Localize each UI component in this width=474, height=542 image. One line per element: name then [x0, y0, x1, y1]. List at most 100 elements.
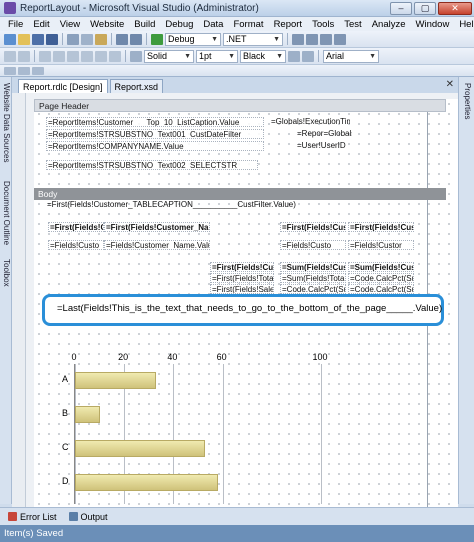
table-total-cell[interactable]: =First(Fields!Custo — [210, 262, 274, 272]
maximize-button[interactable]: ▢ — [414, 1, 436, 15]
output-icon — [68, 512, 78, 521]
table-total-cell[interactable]: =First(Fields!Total — [210, 273, 274, 283]
menu-help[interactable]: Help — [454, 19, 474, 30]
menu-file[interactable]: File — [3, 19, 28, 30]
table-header-cell[interactable]: =First(Fields!C — [48, 222, 104, 232]
header-field[interactable]: =ReportItems!Customer___Top_10_ListCapti… — [46, 117, 264, 127]
size-icon[interactable] — [53, 50, 65, 62]
table-detail-cell[interactable]: =Fields!Custor — [348, 240, 414, 250]
toolbar-separator — [62, 33, 63, 45]
close-button[interactable]: ✕ — [438, 1, 472, 15]
body-caption-field[interactable]: =First(Fields!Customer_TABLECAPTION_____… — [46, 200, 346, 210]
output-tab[interactable]: Output — [65, 512, 112, 522]
chart-bar — [75, 406, 100, 423]
table-header-cell[interactable]: =First(Fields!Custo — [348, 222, 414, 232]
spacing-icon[interactable] — [67, 50, 79, 62]
line-color-select[interactable]: Black ▼ — [240, 49, 286, 63]
spacing-icon[interactable] — [95, 50, 107, 62]
toolbar-separator — [318, 50, 319, 62]
spacing-icon[interactable] — [81, 50, 93, 62]
document-outline-tab[interactable]: Document Outline — [1, 181, 11, 245]
menu-window[interactable]: Window — [411, 19, 455, 30]
body-band[interactable]: Body — [34, 188, 446, 200]
properties-icon[interactable] — [320, 33, 332, 45]
toolbar-separator — [146, 33, 147, 45]
border-color-icon[interactable] — [302, 50, 314, 62]
toolbox-tab[interactable]: Toolbox — [1, 259, 11, 287]
header-field[interactable]: =ReportItems!STRSUBSTNO_Text001_CustDate… — [46, 129, 264, 139]
layout-icon[interactable] — [4, 66, 16, 75]
table-total-cell[interactable]: =Sum(Fields!Custo — [280, 262, 346, 272]
undo-icon[interactable] — [116, 33, 128, 45]
line-width-select[interactable]: 1pt ▼ — [196, 49, 238, 63]
highlighted-textbox[interactable]: =Last(Fields!This_is_the_text_that_needs… — [42, 294, 444, 326]
open-file-icon[interactable] — [18, 33, 30, 45]
table-total-cell[interactable]: =Sum(Fields!Custo — [348, 262, 414, 272]
border-icon[interactable] — [130, 50, 142, 62]
configuration-select[interactable]: Debug ▼ — [165, 32, 221, 46]
menu-website[interactable]: Website — [85, 19, 129, 30]
error-list-tab[interactable]: Error List — [4, 512, 61, 522]
tab-report-design[interactable]: Report.rdlc [Design] — [18, 79, 108, 93]
size-icon[interactable] — [39, 50, 51, 62]
order-icon[interactable] — [109, 50, 121, 62]
page-header-band[interactable]: Page Header — [34, 99, 446, 112]
menu-test[interactable]: Test — [339, 19, 366, 30]
save-all-icon[interactable] — [46, 33, 58, 45]
table-detail-cell[interactable]: =Fields!Custo — [280, 240, 346, 250]
document-tabs: Report.rdlc [Design] Report.xsd ✕ — [12, 77, 458, 93]
menu-view[interactable]: View — [55, 19, 85, 30]
table-header-cell[interactable]: =First(Fields!Customer_Nam — [104, 222, 210, 232]
table-total-cell[interactable]: =Code.CalcPct(Su — [348, 273, 414, 283]
find-icon[interactable] — [292, 33, 304, 45]
header-field[interactable]: =ReportItems!COMPANYNAME.Value — [46, 141, 264, 151]
font-select[interactable]: Arial ▼ — [323, 49, 379, 63]
platform-select[interactable]: .NET ▼ — [223, 32, 283, 46]
menu-analyze[interactable]: Analyze — [367, 19, 411, 30]
menu-debug[interactable]: Debug — [160, 19, 198, 30]
toolbox-icon[interactable] — [334, 33, 346, 45]
chart-bar — [75, 474, 218, 491]
close-document-icon[interactable]: ✕ — [446, 79, 454, 90]
website-data-sources-tab[interactable]: Website Data Sources — [1, 83, 11, 162]
menu-build[interactable]: Build — [129, 19, 160, 30]
properties-tab[interactable]: Properties — [462, 83, 472, 119]
tab-report-xsd[interactable]: Report.xsd — [109, 79, 164, 93]
copy-icon[interactable] — [81, 33, 93, 45]
layout-toolbar — [0, 65, 474, 77]
menu-report[interactable]: Report — [269, 19, 308, 30]
align-icon[interactable] — [4, 50, 16, 62]
align-icon[interactable] — [18, 50, 30, 62]
chart-x-tick-label: 60 — [216, 352, 227, 362]
header-field[interactable]: =Globals!ExecutionTime — [270, 117, 350, 127]
cut-icon[interactable] — [67, 33, 79, 45]
redo-icon[interactable] — [130, 33, 142, 45]
table-total-cell[interactable]: =Sum(Fields!Total — [280, 273, 346, 283]
table-total-cell[interactable]: =First(Fields!Sales — [210, 284, 274, 294]
table-total-cell[interactable]: =Code.CalcPct(Su — [280, 284, 346, 294]
header-field[interactable]: =Repor=Globals — [296, 129, 352, 139]
layout-icon[interactable] — [32, 66, 44, 75]
table-detail-cell[interactable]: =Fields!Customer_Name.Value — [104, 240, 210, 250]
table-detail-cell[interactable]: =Fields!Custo — [48, 240, 104, 250]
header-field[interactable]: =User!UserID — [296, 141, 352, 151]
start-debugging-icon[interactable] — [151, 33, 163, 45]
solution-explorer-icon[interactable] — [306, 33, 318, 45]
menu-data[interactable]: Data — [198, 19, 228, 30]
fill-color-icon[interactable] — [288, 50, 300, 62]
save-icon[interactable] — [32, 33, 44, 45]
bar-chart[interactable]: 0 20 40 60 100 A B C D — [54, 352, 354, 504]
chart-x-tick-label: 0 — [71, 352, 77, 362]
new-project-icon[interactable] — [4, 33, 16, 45]
menu-tools[interactable]: Tools — [307, 19, 339, 30]
vertical-ruler — [12, 93, 26, 507]
header-field[interactable]: =ReportItems!STRSUBSTNO_Text002_SELECTST… — [46, 160, 258, 170]
table-total-cell[interactable]: =Code.CalcPct(Su — [348, 284, 414, 294]
menu-format[interactable]: Format — [228, 19, 268, 30]
table-header-cell[interactable]: =First(Fields!Custo — [280, 222, 346, 232]
paste-icon[interactable] — [95, 33, 107, 45]
layout-icon[interactable] — [18, 66, 30, 75]
minimize-button[interactable]: – — [390, 1, 412, 15]
menu-edit[interactable]: Edit — [28, 19, 54, 30]
line-style-select[interactable]: Solid ▼ — [144, 49, 194, 63]
